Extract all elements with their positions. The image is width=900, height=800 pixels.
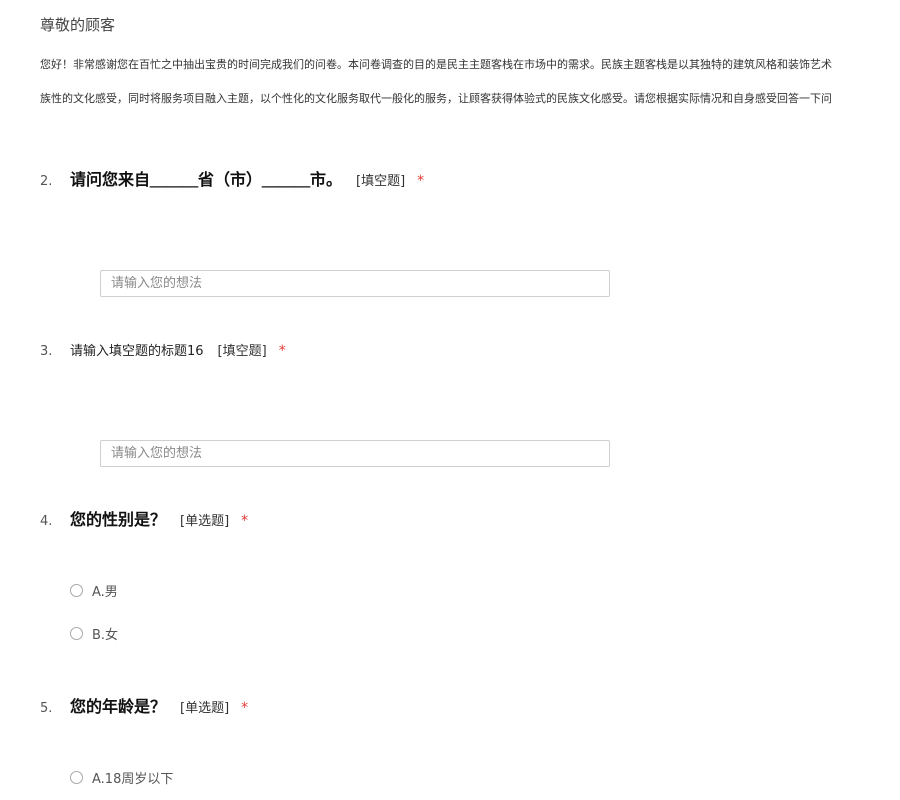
- intro-text-line-1: 您好！非常感谢您在百忙之中抽出宝贵的时间完成我们的问卷。本问卷调查的目的是民主主…: [40, 58, 832, 71]
- question-2-header: 2. 请问您来自＿＿＿省（市）＿＿＿市。 [填空题] *: [40, 169, 424, 193]
- question-4-header: 4. 您的性别是？ [单选题] *: [40, 509, 248, 533]
- question-number: 2.: [40, 174, 53, 189]
- greeting-title: 尊敬的顾客: [40, 16, 116, 34]
- question-number: 3.: [40, 344, 53, 359]
- question-3-input[interactable]: [100, 440, 610, 467]
- question-type: [填空题]: [217, 344, 267, 359]
- required-marker: *: [417, 173, 425, 189]
- question-type: [填空题]: [356, 174, 406, 189]
- radio-button[interactable]: [70, 771, 83, 784]
- question-2-input[interactable]: [100, 270, 610, 297]
- question-title: 您的性别是？: [70, 510, 167, 529]
- radio-button[interactable]: [70, 627, 83, 640]
- question-title: 请输入填空题的标题16: [70, 344, 204, 359]
- question-3-header: 3. 请输入填空题的标题16 [填空题] *: [40, 339, 286, 363]
- question-5-header: 5. 您的年龄是？ [单选题] *: [40, 696, 248, 720]
- question-type: [单选题]: [180, 701, 230, 716]
- radio-button[interactable]: [70, 584, 83, 597]
- question-type: [单选题]: [180, 514, 230, 529]
- question-number: 4.: [40, 514, 53, 529]
- option-label: A.18周岁以下: [92, 772, 174, 787]
- question-4-option-a[interactable]: A.男: [70, 581, 118, 600]
- question-number: 5.: [40, 701, 53, 716]
- intro-text-line-2: 族性的文化感受，同时将服务项目融入主题，以个性化的文化服务取代一般化的服务，让顾…: [40, 92, 832, 105]
- question-title: 请问您来自＿＿＿省（市）＿＿＿市。: [70, 170, 343, 189]
- required-marker: *: [278, 343, 286, 359]
- option-label: B.女: [92, 628, 119, 643]
- required-marker: *: [241, 513, 249, 529]
- option-label: A.男: [92, 585, 118, 600]
- question-title: 您的年龄是？: [70, 697, 167, 716]
- survey-page: 尊敬的顾客 您好！非常感谢您在百忙之中抽出宝贵的时间完成我们的问卷。本问卷调查的…: [0, 0, 900, 800]
- question-4-option-b[interactable]: B.女: [70, 624, 118, 643]
- required-marker: *: [241, 700, 249, 716]
- question-5-option-a[interactable]: A.18周岁以下: [70, 768, 173, 787]
